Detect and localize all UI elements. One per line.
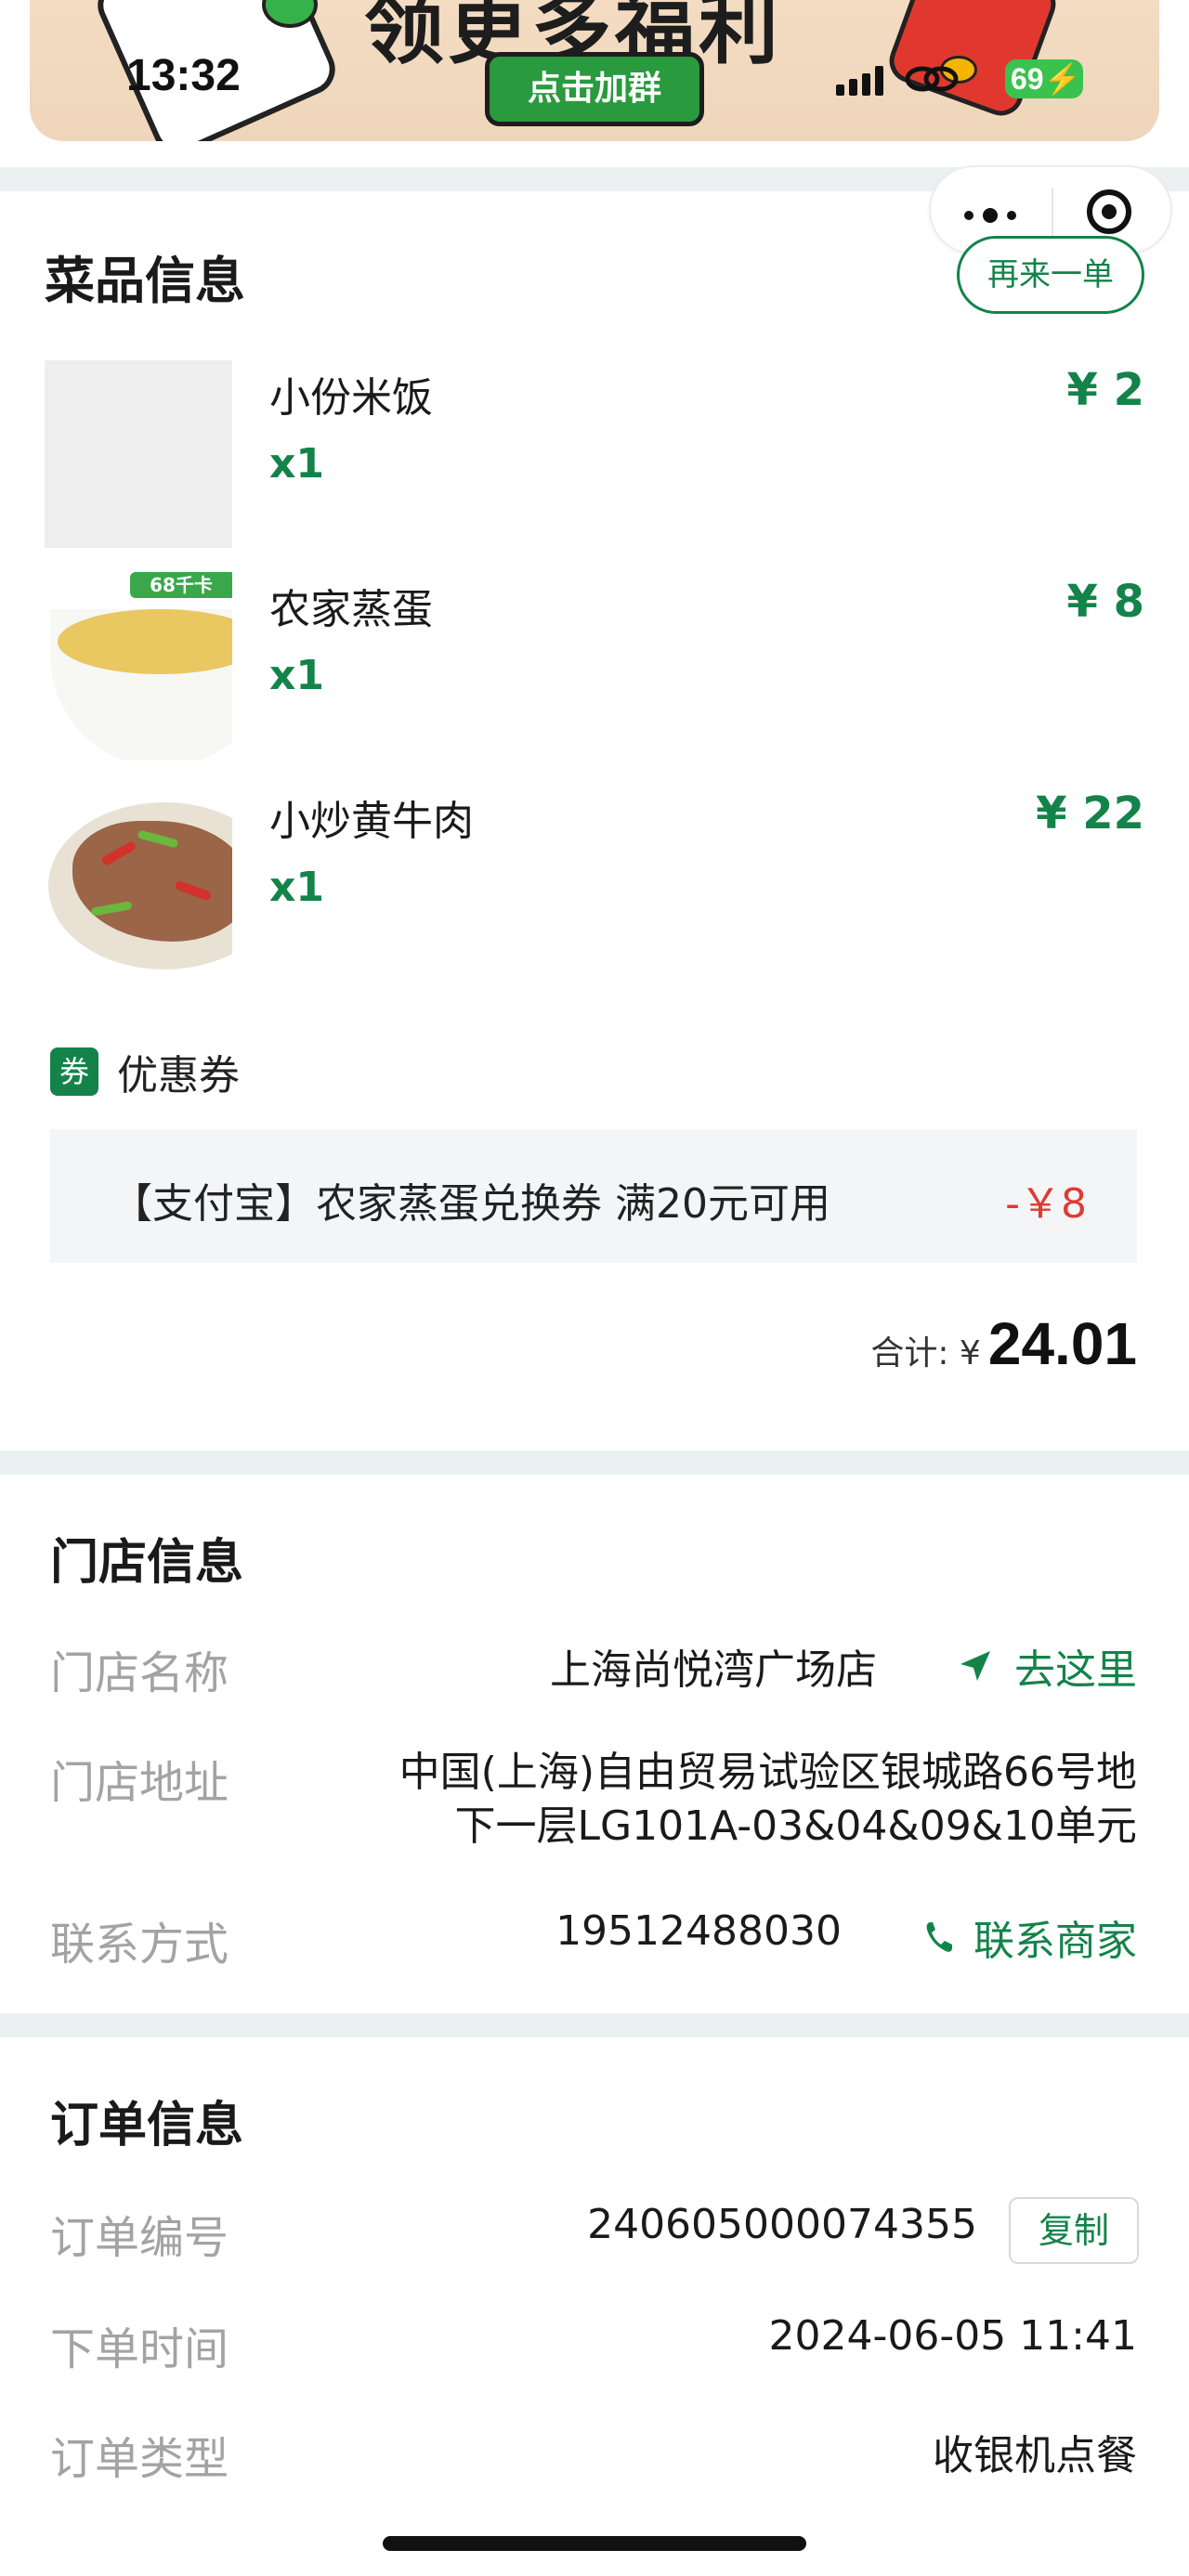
- link-icon: [905, 66, 959, 92]
- join-group-button[interactable]: 点击加群: [485, 52, 704, 126]
- section-divider: [0, 1451, 1189, 1475]
- store-address-line: 中国(上海)自由贸易试验区银城路66号地: [399, 1749, 1137, 1796]
- dishes-title: 菜品信息: [45, 252, 245, 310]
- coupon-icon: 券: [50, 1047, 98, 1096]
- dish-price: ¥ 8: [1066, 576, 1144, 628]
- store-address-line: 下一层LG101A-03&04&09&10单元: [454, 1802, 1138, 1850]
- store-address: 中国(上海)自由贸易试验区银城路66号地 下一层LG101A-03&04&09&…: [399, 1746, 1137, 1854]
- dish-quantity: x1: [269, 440, 324, 488]
- order-type: 收银机点餐: [933, 2432, 1137, 2479]
- dish-item[interactable]: 小炒黄牛肉 x1 ¥ 22: [45, 784, 1148, 973]
- store-title: 门店信息: [50, 1535, 244, 1591]
- home-indicator[interactable]: [383, 2536, 806, 2551]
- dish-price: ¥ 2: [1066, 364, 1144, 416]
- order-title: 订单信息: [50, 2098, 244, 2153]
- reorder-button[interactable]: 再来一单: [957, 236, 1144, 314]
- store-address-label: 门店地址: [50, 1757, 229, 1809]
- dish-name: 农家蒸蛋: [269, 586, 433, 633]
- battery-indicator: 69⚡: [1005, 59, 1083, 98]
- coupon-card: 【支付宝】农家蒸蛋兑换券 满20元可用 -￥8: [50, 1129, 1137, 1263]
- calorie-tag: 68千卡: [130, 572, 232, 598]
- coupon-description: 【支付宝】农家蒸蛋兑换券 满20元可用: [111, 1180, 830, 1228]
- store-name-label: 门店名称: [50, 1647, 229, 1699]
- contact-merchant-label: 联系商家: [973, 1918, 1137, 1965]
- navigate-link[interactable]: 去这里: [957, 1636, 1137, 1696]
- status-time: 13:32: [126, 51, 241, 100]
- battery-level: 69: [1011, 62, 1044, 96]
- dish-item[interactable]: 68千卡 农家蒸蛋 x1 ¥ 8: [45, 572, 1148, 761]
- contact-label: 联系方式: [50, 1919, 229, 1971]
- dish-quantity: x1: [269, 652, 324, 699]
- order-number: 240605000074355: [587, 2201, 977, 2248]
- dish-name: 小份米饭: [269, 374, 433, 422]
- phone-icon: [926, 1922, 952, 1952]
- order-time: 2024-06-05 11:41: [768, 2312, 1138, 2360]
- location-arrow-icon: [960, 1651, 990, 1681]
- contact-merchant-link[interactable]: 联系商家: [925, 1907, 1137, 1967]
- dish-price: ¥ 22: [1036, 787, 1144, 839]
- dish-name: 小炒黄牛肉: [269, 798, 474, 845]
- total-value: 24.01: [987, 1310, 1137, 1377]
- status-icons: [836, 56, 961, 102]
- coupon-discount: -￥8: [1005, 1180, 1087, 1228]
- dish-quantity: x1: [269, 864, 324, 911]
- more-icon[interactable]: [964, 208, 1016, 223]
- store-name: 上海尚悦湾广场店: [550, 1646, 877, 1694]
- store-phone: 19512488030: [555, 1907, 842, 1955]
- order-time-label: 下单时间: [50, 2323, 229, 2375]
- order-total: 合计: ¥ 24.01: [870, 1309, 1137, 1378]
- close-miniprogram-icon[interactable]: [1087, 189, 1131, 234]
- section-divider: [0, 2013, 1189, 2037]
- coupon-header: 券 优惠券: [50, 1046, 240, 1099]
- beef-image: [45, 784, 232, 971]
- signal-icon: [836, 62, 883, 96]
- dish-item[interactable]: 小份米饭 x1 ¥ 2: [45, 360, 1148, 550]
- order-number-label: 订单编号: [50, 2212, 229, 2264]
- total-label: 合计: ¥: [870, 1334, 981, 1373]
- copy-button[interactable]: 复制: [1009, 2197, 1139, 2264]
- navigate-label: 去这里: [1014, 1646, 1137, 1694]
- steamed-egg-image: 68千卡: [45, 572, 232, 760]
- coupon-label: 优惠券: [117, 1052, 240, 1099]
- capsule-divider: [1052, 188, 1053, 236]
- dish-image-placeholder: [45, 360, 232, 548]
- order-type-label: 订单类型: [50, 2433, 229, 2485]
